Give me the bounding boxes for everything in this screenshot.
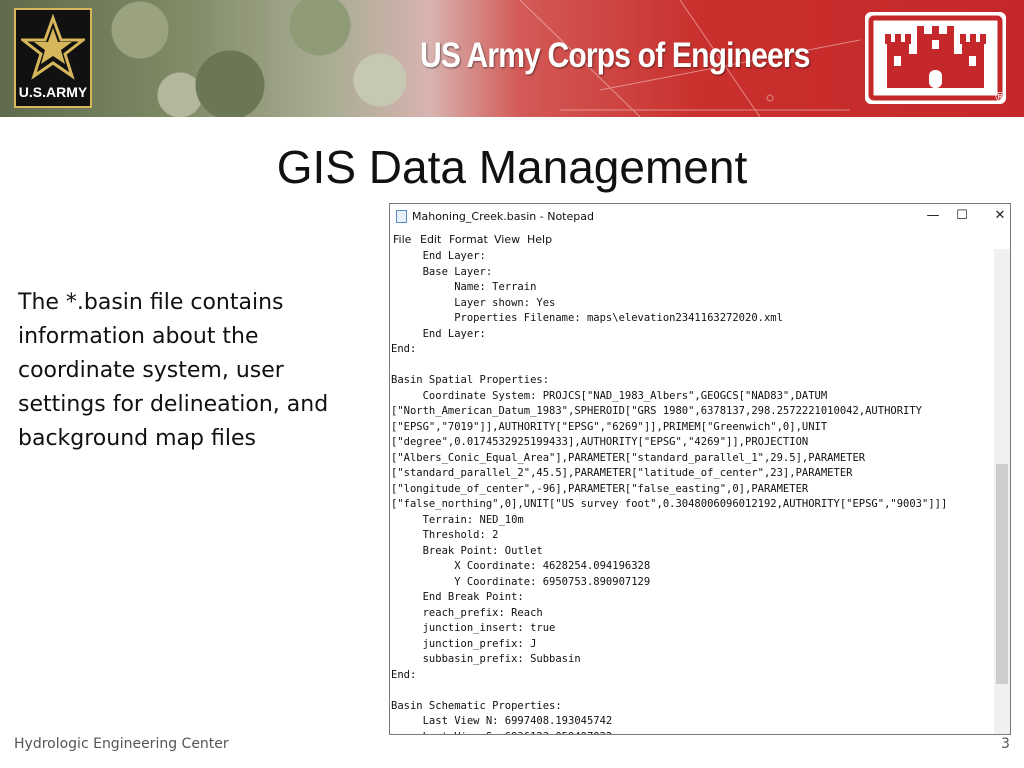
menu-edit[interactable]: Edit — [420, 233, 441, 246]
text-line: End Layer: — [391, 250, 486, 262]
notepad-menubar: File Edit Format View Help — [390, 230, 1010, 250]
text-line: ["false_northing",0],UNIT["US survey foo… — [391, 498, 948, 510]
text-line: Basin Schematic Properties: — [391, 699, 562, 712]
text-line: Base Layer: — [391, 265, 493, 278]
menu-view[interactable]: View — [494, 233, 520, 246]
minimize-button[interactable]: — — [919, 206, 947, 226]
body-line: coordinate system, user — [18, 358, 284, 383]
vertical-scrollbar[interactable] — [994, 249, 1010, 734]
text-line: ["degree",0.0174532925199433],AUTHORITY[… — [391, 436, 809, 448]
text-line: reach_prefix: Reach — [391, 606, 543, 619]
text-line — [391, 683, 991, 699]
text-line: junction_insert: true — [391, 622, 556, 634]
text-line: Name: Terrain — [391, 281, 537, 293]
text-line: Break Point: Outlet — [391, 544, 543, 557]
text-line: Last View S: 6936123.059497022 — [391, 730, 991, 735]
text-line: End: — [391, 668, 417, 681]
body-line: information about the — [18, 324, 259, 349]
text-line: Last View N: 6997408.193045742 — [391, 715, 613, 727]
text-line: Threshold: 2 — [391, 529, 499, 541]
body-line: settings for delineation, and — [18, 392, 329, 417]
army-star-icon — [21, 14, 85, 80]
scrollbar-thumb[interactable] — [996, 464, 1008, 684]
notepad-text-area[interactable]: End Layer: Base Layer: Name: Terrain Lay… — [391, 249, 991, 735]
slide-title: GIS Data Management — [276, 141, 748, 193]
castle-icon — [868, 15, 1003, 101]
menu-format[interactable]: Format — [449, 233, 488, 246]
army-logo-text: U.S.ARMY — [18, 84, 88, 100]
text-line: Basin Spatial Properties: — [391, 374, 550, 386]
corps-title: US Army Corps of Engineers — [420, 36, 811, 75]
notepad-app-icon — [396, 210, 407, 223]
footer-organization: Hydrologic Engineering Center — [14, 736, 229, 752]
text-line: End Break Point: — [391, 591, 524, 603]
page-number: 3 — [1001, 736, 1010, 752]
text-line: Y Coordinate: 6950753.890907129 — [391, 575, 651, 588]
text-line: End Layer: — [391, 327, 486, 340]
us-army-logo: U.S.ARMY — [14, 8, 92, 108]
text-line: Properties Filename: maps\elevation23411… — [391, 312, 783, 324]
menu-help[interactable]: Help — [527, 233, 552, 246]
text-line: Terrain: NED_10m — [391, 513, 524, 526]
text-line: Coordinate System: PROJCS["NAD_1983_Albe… — [391, 389, 828, 402]
text-line: X Coordinate: 4628254.094196328 — [391, 560, 651, 572]
text-line: ["EPSG","7019"]],AUTHORITY["EPSG","6269"… — [391, 420, 828, 433]
body-line: background map files — [18, 426, 256, 451]
text-line: End: — [391, 343, 417, 355]
text-line: ["standard_parallel_2",45.5],PARAMETER["… — [391, 467, 853, 479]
corps-castle-logo — [865, 12, 1006, 104]
notepad-window-title: Mahoning_Creek.basin - Notepad — [412, 210, 594, 223]
header-banner: U.S.ARMY US Army Corps of Engineers ® — [0, 0, 1024, 117]
text-line: subbasin_prefix: Subbasin — [391, 653, 581, 665]
text-line: ["Albers_Conic_Equal_Area"],PARAMETER["s… — [391, 451, 866, 464]
text-line: ["North_American_Datum_1983",SPHEROID["G… — [391, 405, 923, 417]
close-button[interactable]: ✕ — [986, 206, 1010, 226]
body-line: The *.basin file contains — [18, 290, 284, 315]
notepad-titlebar[interactable]: Mahoning_Creek.basin - Notepad — ☐ ✕ — [390, 204, 1010, 229]
registered-mark: ® — [994, 90, 1006, 104]
slide-body-text: The *.basin file contains information ab… — [18, 286, 358, 456]
notepad-window: Mahoning_Creek.basin - Notepad — ☐ ✕ Fil… — [389, 203, 1011, 735]
text-line: ["longitude_of_center",-96],PARAMETER["f… — [391, 482, 809, 495]
menu-file[interactable]: File — [393, 233, 411, 246]
text-line: Layer shown: Yes — [391, 296, 556, 309]
text-line — [391, 358, 991, 374]
maximize-button[interactable]: ☐ — [948, 206, 976, 226]
text-line: junction_prefix: J — [391, 637, 537, 650]
